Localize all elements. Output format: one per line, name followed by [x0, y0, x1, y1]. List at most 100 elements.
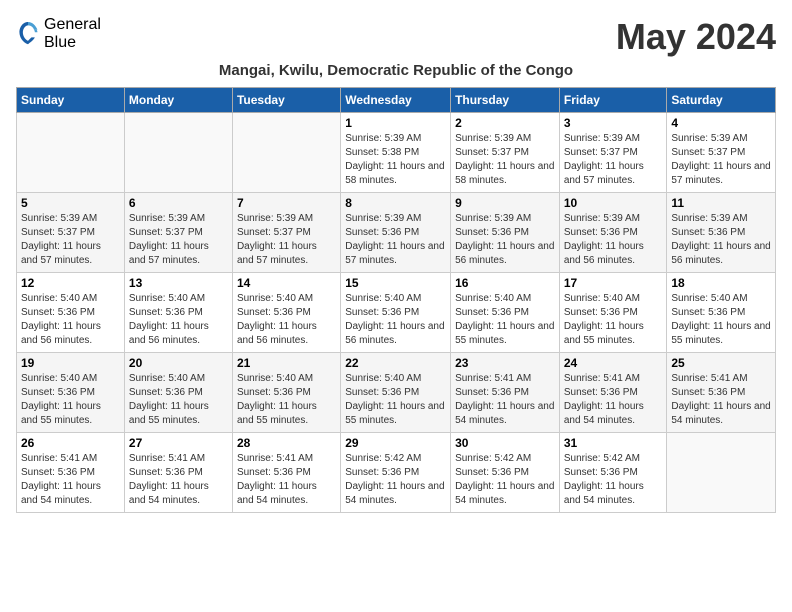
table-row: 5Sunrise: 5:39 AMSunset: 5:37 PMDaylight… [17, 193, 125, 273]
day-number: 12 [21, 276, 120, 290]
page-header: General Blue May 2024 [16, 16, 776, 58]
day-info: Sunrise: 5:39 AMSunset: 5:36 PMDaylight:… [345, 212, 446, 268]
day-number: 9 [455, 196, 555, 210]
day-number: 24 [564, 356, 663, 370]
day-info: Sunrise: 5:41 AMSunset: 5:36 PMDaylight:… [671, 372, 771, 428]
table-row: 8 Sunrise: 5:39 AMSunset: 5:36 PMDaylight… [341, 193, 451, 273]
day-info: Sunrise: 5:39 AMSunset: 5:37 PMDaylight:… [129, 212, 228, 268]
table-row: 27 Sunrise: 5:41 AMSunset: 5:36 PMDayligh… [124, 433, 232, 513]
calendar-week-row: 1Sunrise: 5:39 AMSunset: 5:38 PMDaylight… [17, 113, 776, 193]
day-number: 22 [345, 356, 446, 370]
header-wednesday: Wednesday [341, 88, 451, 113]
logo-icon [16, 20, 40, 48]
header-tuesday: Tuesday [232, 88, 340, 113]
table-row: 22 Sunrise: 5:40 AMSunset: 5:36 PMDayligh… [341, 353, 451, 433]
day-info: Sunrise: 5:41 AMSunset: 5:36 PMDaylight:… [455, 372, 555, 428]
table-row: 6 Sunrise: 5:39 AMSunset: 5:37 PMDaylight… [124, 193, 232, 273]
header-thursday: Thursday [451, 88, 560, 113]
day-number: 29 [345, 436, 446, 450]
day-info: Sunrise: 5:39 AMSunset: 5:38 PMDaylight:… [345, 132, 446, 188]
day-number: 16 [455, 276, 555, 290]
table-row: 31 Sunrise: 5:42 AMSunset: 5:36 PMDayligh… [559, 433, 667, 513]
logo-blue: Blue [44, 34, 101, 52]
day-info: Sunrise: 5:39 AMSunset: 5:36 PMDaylight:… [455, 212, 555, 268]
table-row: 28Sunrise: 5:41 AMSunset: 5:36 PMDayligh… [232, 433, 340, 513]
table-row: 23 Sunrise: 5:41 AMSunset: 5:36 PMDayligh… [451, 353, 560, 433]
table-row [124, 113, 232, 193]
location-title: Mangai, Kwilu, Democratic Republic of th… [16, 62, 776, 79]
day-info: Sunrise: 5:39 AMSunset: 5:36 PMDaylight:… [671, 212, 771, 268]
day-number: 31 [564, 436, 663, 450]
calendar-week-row: 26 Sunrise: 5:41 AMSunset: 5:36 PMDayligh… [17, 433, 776, 513]
day-info: Sunrise: 5:39 AMSunset: 5:36 PMDaylight:… [564, 212, 663, 268]
table-row: 21Sunrise: 5:40 AMSunset: 5:36 PMDayligh… [232, 353, 340, 433]
day-number: 3 [564, 116, 663, 130]
header-friday: Friday [559, 88, 667, 113]
day-number: 25 [671, 356, 771, 370]
table-row: 26Sunrise: 5:41 AMSunset: 5:36 PMDayligh… [17, 433, 125, 513]
day-info: Sunrise: 5:40 AMSunset: 5:36 PMDaylight:… [345, 292, 446, 348]
day-number: 30 [455, 436, 555, 450]
day-number: 17 [564, 276, 663, 290]
day-number: 18 [671, 276, 771, 290]
header-monday: Monday [124, 88, 232, 113]
day-info: Sunrise: 5:40 AMSunset: 5:36 PMDaylight:… [237, 292, 336, 348]
day-info: Sunrise: 5:42 AMSunset: 5:36 PMDaylight:… [564, 452, 663, 508]
day-info: Sunrise: 5:40 AMSunset: 5:36 PMDaylight:… [237, 372, 336, 428]
day-info: Sunrise: 5:40 AMSunset: 5:36 PMDaylight:… [129, 292, 228, 348]
day-number: 6 [129, 196, 228, 210]
day-info: Sunrise: 5:39 AMSunset: 5:37 PMDaylight:… [455, 132, 555, 188]
calendar-week-row: 19Sunrise: 5:40 AMSunset: 5:36 PMDayligh… [17, 353, 776, 433]
table-row: 15 Sunrise: 5:40 AMSunset: 5:36 PMDayligh… [341, 273, 451, 353]
day-number: 26 [21, 436, 120, 450]
day-info: Sunrise: 5:40 AMSunset: 5:36 PMDaylight:… [345, 372, 446, 428]
table-row: 25 Sunrise: 5:41 AMSunset: 5:36 PMDayligh… [667, 353, 776, 433]
table-row: 13 Sunrise: 5:40 AMSunset: 5:36 PMDayligh… [124, 273, 232, 353]
day-number: 23 [455, 356, 555, 370]
table-row: 4 Sunrise: 5:39 AMSunset: 5:37 PMDaylight… [667, 113, 776, 193]
day-number: 14 [237, 276, 336, 290]
day-info: Sunrise: 5:42 AMSunset: 5:36 PMDaylight:… [345, 452, 446, 508]
calendar-week-row: 5Sunrise: 5:39 AMSunset: 5:37 PMDaylight… [17, 193, 776, 273]
table-row: 16 Sunrise: 5:40 AMSunset: 5:36 PMDayligh… [451, 273, 560, 353]
table-row: 7 Sunrise: 5:39 AMSunset: 5:37 PMDaylight… [232, 193, 340, 273]
day-info: Sunrise: 5:42 AMSunset: 5:36 PMDaylight:… [455, 452, 555, 508]
table-row: 10 Sunrise: 5:39 AMSunset: 5:36 PMDayligh… [559, 193, 667, 273]
table-row: 1Sunrise: 5:39 AMSunset: 5:38 PMDaylight… [341, 113, 451, 193]
day-info: Sunrise: 5:41 AMSunset: 5:36 PMDaylight:… [564, 372, 663, 428]
day-number: 28 [237, 436, 336, 450]
day-info: Sunrise: 5:41 AMSunset: 5:36 PMDaylight:… [129, 452, 228, 508]
table-row: 18 Sunrise: 5:40 AMSunset: 5:36 PMDayligh… [667, 273, 776, 353]
day-number: 8 [345, 196, 446, 210]
day-number: 7 [237, 196, 336, 210]
table-row: 24 Sunrise: 5:41 AMSunset: 5:36 PMDayligh… [559, 353, 667, 433]
day-info: Sunrise: 5:39 AMSunset: 5:37 PMDaylight:… [564, 132, 663, 188]
table-row [232, 113, 340, 193]
day-number: 11 [671, 196, 771, 210]
logo-general: General [44, 16, 101, 34]
day-number: 27 [129, 436, 228, 450]
day-number: 15 [345, 276, 446, 290]
table-row: 3 Sunrise: 5:39 AMSunset: 5:37 PMDaylight… [559, 113, 667, 193]
day-info: Sunrise: 5:40 AMSunset: 5:36 PMDaylight:… [671, 292, 771, 348]
day-number: 13 [129, 276, 228, 290]
day-info: Sunrise: 5:40 AMSunset: 5:36 PMDaylight:… [21, 372, 120, 428]
table-row: 11 Sunrise: 5:39 AMSunset: 5:36 PMDayligh… [667, 193, 776, 273]
table-row: 19Sunrise: 5:40 AMSunset: 5:36 PMDayligh… [17, 353, 125, 433]
calendar-table: Sunday Monday Tuesday Wednesday Thursday… [16, 87, 776, 513]
day-number: 20 [129, 356, 228, 370]
day-number: 2 [455, 116, 555, 130]
table-row: 12Sunrise: 5:40 AMSunset: 5:36 PMDayligh… [17, 273, 125, 353]
day-info: Sunrise: 5:40 AMSunset: 5:36 PMDaylight:… [564, 292, 663, 348]
logo-text: General Blue [44, 16, 101, 51]
day-info: Sunrise: 5:39 AMSunset: 5:37 PMDaylight:… [671, 132, 771, 188]
day-info: Sunrise: 5:39 AMSunset: 5:37 PMDaylight:… [237, 212, 336, 268]
table-row: 9 Sunrise: 5:39 AMSunset: 5:36 PMDaylight… [451, 193, 560, 273]
month-title: May 2024 [616, 16, 776, 58]
calendar-header-row: Sunday Monday Tuesday Wednesday Thursday… [17, 88, 776, 113]
day-number: 4 [671, 116, 771, 130]
day-number: 10 [564, 196, 663, 210]
day-info: Sunrise: 5:40 AMSunset: 5:36 PMDaylight:… [455, 292, 555, 348]
logo: General Blue [16, 16, 101, 51]
table-row: 29 Sunrise: 5:42 AMSunset: 5:36 PMDayligh… [341, 433, 451, 513]
